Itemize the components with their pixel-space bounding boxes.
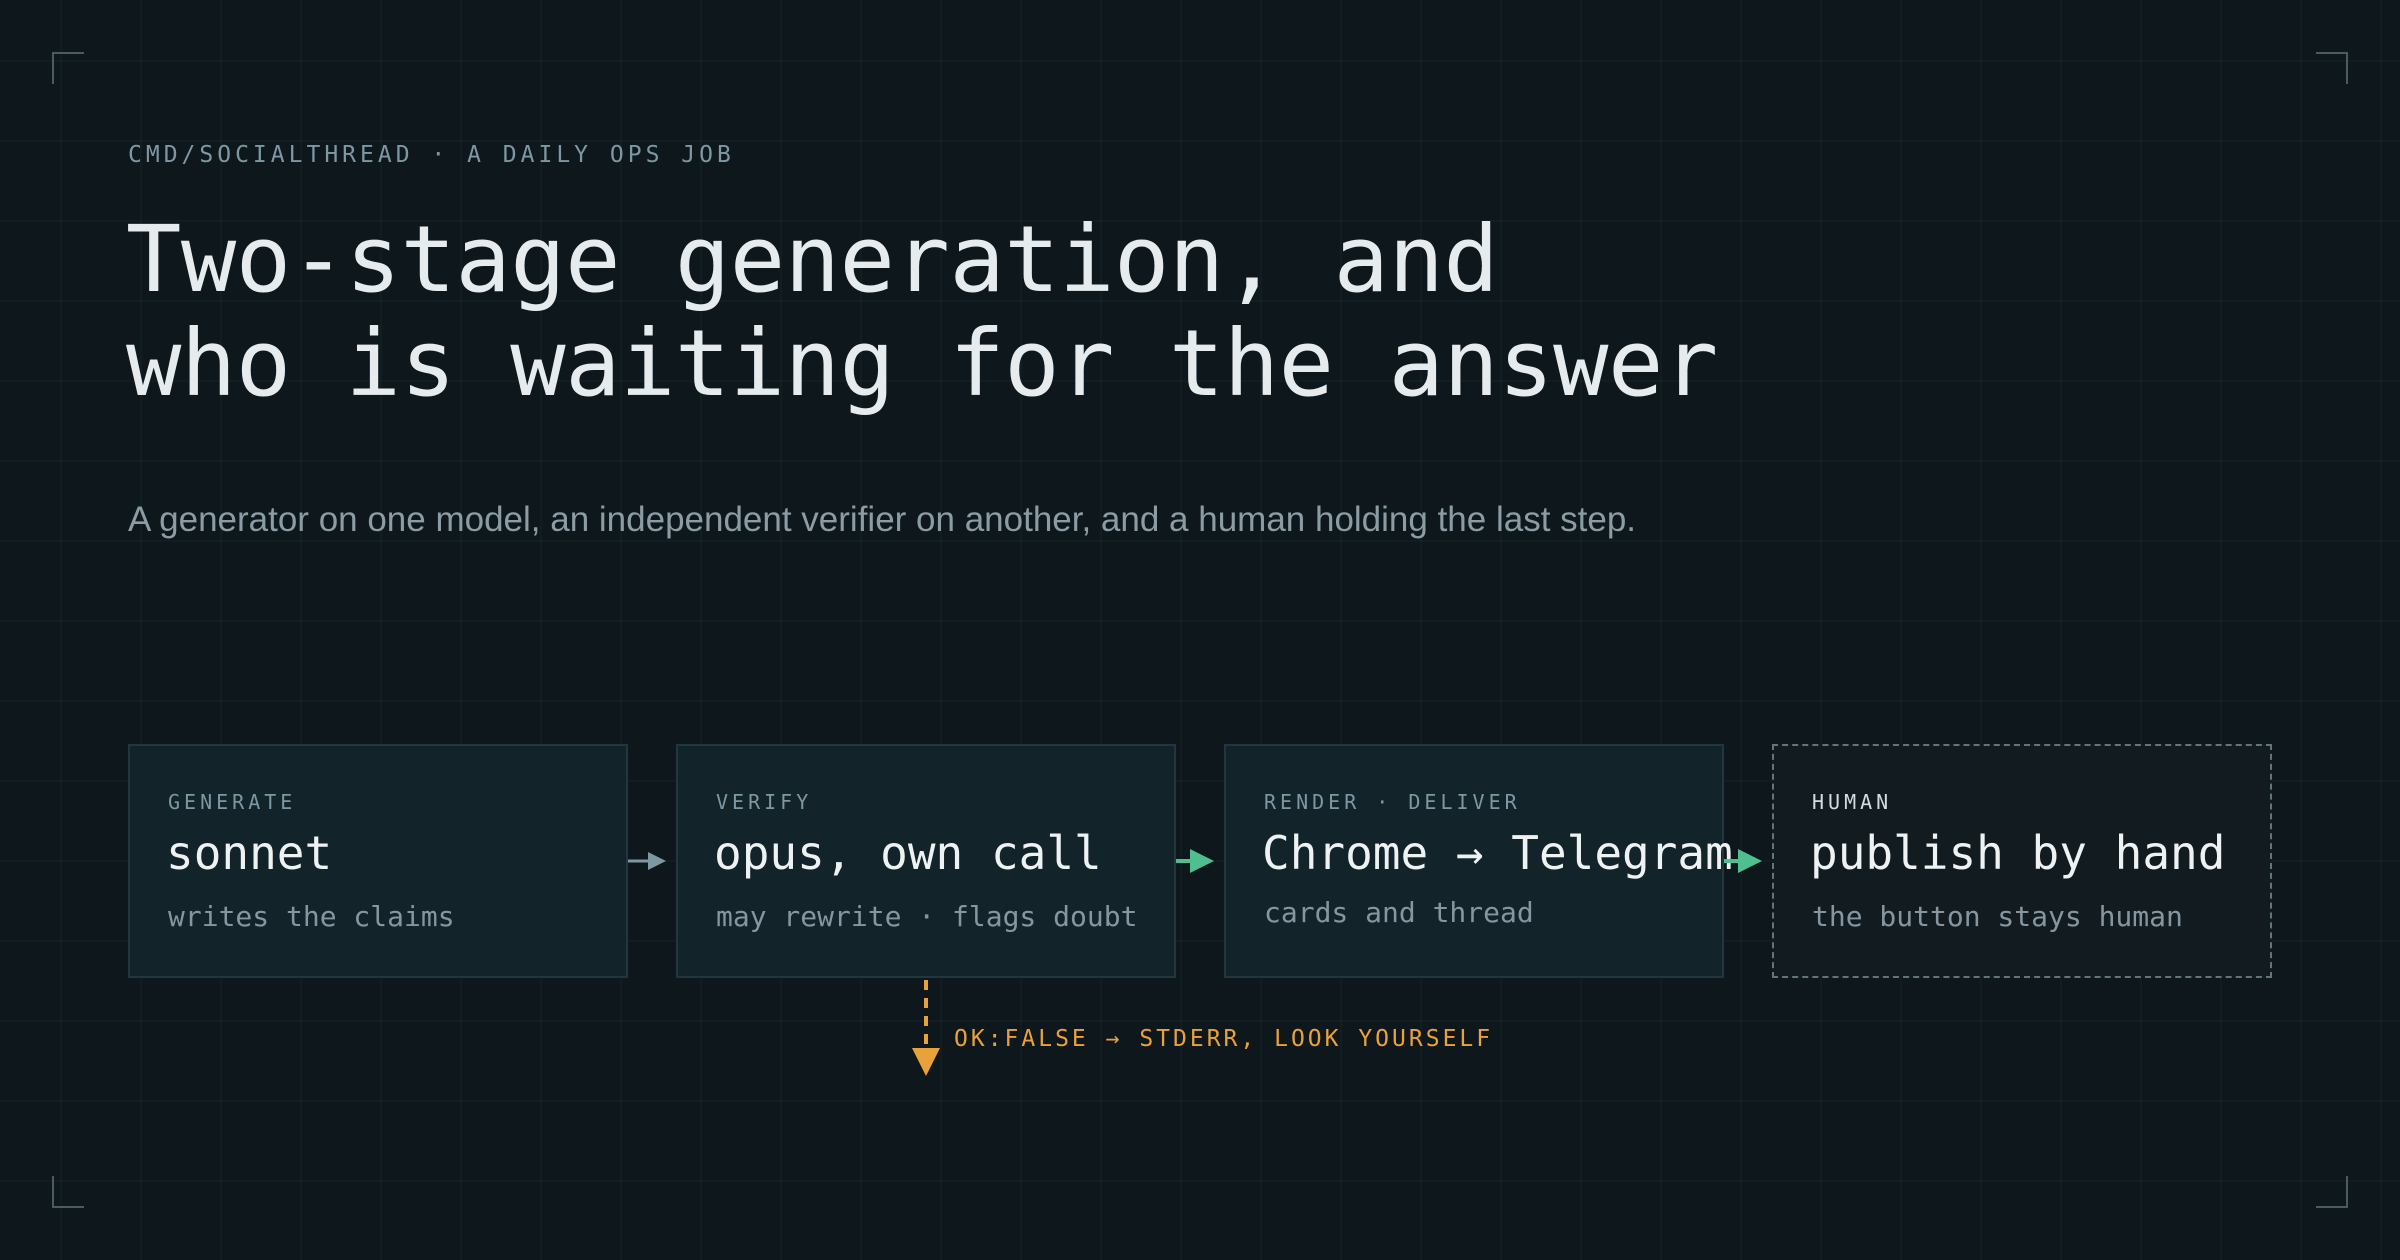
arrow-generate-to-verify	[628, 852, 666, 870]
stage-human: HUMAN publish by hand the button stays h…	[1772, 744, 2272, 978]
title-line-1: Two-stage generation, and	[126, 206, 1499, 313]
failure-branch-label: OK:FALSE → STDERR, LOOK YOURSELF	[954, 1026, 1494, 1052]
page-title: Two-stage generation, and who is waiting…	[126, 208, 1718, 416]
stage-tag: VERIFY	[716, 790, 813, 814]
stage-title: Chrome → Telegram	[1262, 826, 1733, 880]
stage-description: may rewrite · flags doubt	[716, 900, 1138, 933]
arrow-failure-branch	[912, 980, 940, 1076]
corner-mark-top-left	[52, 52, 84, 84]
stage-description: cards and thread	[1264, 896, 1534, 929]
title-line-2: who is waiting for the answer	[126, 310, 1718, 417]
arrow-verify-to-render	[1176, 849, 1214, 873]
stage-description: writes the claims	[168, 900, 455, 933]
page-subtitle: A generator on one model, an independent…	[128, 500, 1637, 539]
flow-arrows	[628, 849, 1762, 1076]
stage-tag: GENERATE	[168, 790, 297, 814]
stage-title: opus, own call	[714, 826, 1102, 880]
stage-tag: HUMAN	[1812, 790, 1893, 814]
stage-title: sonnet	[166, 826, 333, 880]
corner-mark-bottom-left	[52, 1176, 84, 1208]
stage-description: the button stays human	[1812, 900, 2183, 933]
stage-render-deliver: RENDER · DELIVER Chrome → Telegram cards…	[1224, 744, 1733, 978]
stage-generate: GENERATE sonnet writes the claims	[128, 744, 628, 978]
eyebrow-label: CMD/SOCIALTHREAD · A DAILY OPS JOB	[128, 142, 735, 168]
stage-verify: VERIFY opus, own call may rewrite · flag…	[676, 744, 1176, 978]
stage-title: publish by hand	[1810, 826, 2226, 880]
corner-mark-bottom-right	[2316, 1176, 2348, 1208]
stage-tag: RENDER · DELIVER	[1264, 790, 1521, 814]
corner-mark-top-right	[2316, 52, 2348, 84]
